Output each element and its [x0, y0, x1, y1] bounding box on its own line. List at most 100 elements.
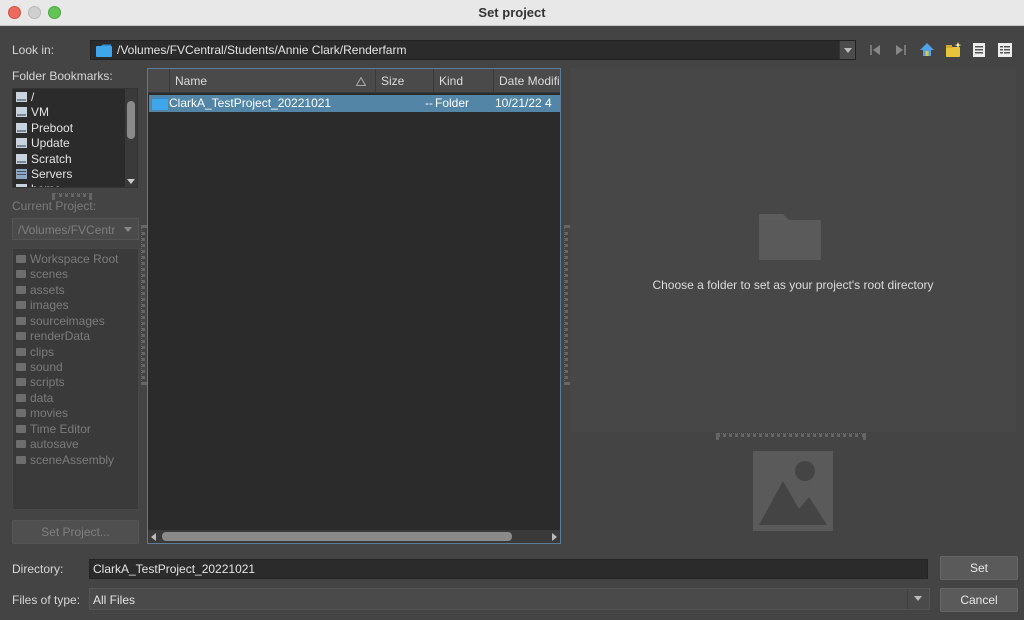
file-list[interactable]: Name Size Kind Date Modifi ClarkA_TestPr…: [147, 68, 561, 544]
column-kind[interactable]: Kind: [434, 69, 494, 93]
bookmark-item[interactable]: VM: [16, 105, 49, 120]
file-list-hscrollbar[interactable]: [148, 530, 560, 543]
drive-icon: [16, 123, 27, 133]
directory-input[interactable]: [90, 560, 927, 578]
chevron-down-icon: [844, 48, 852, 53]
workspace-item[interactable]: scripts: [16, 375, 65, 390]
splitter-handle[interactable]: [716, 433, 866, 437]
chevron-down-icon: [124, 227, 132, 232]
folder-icon: [16, 409, 26, 417]
workspace-item[interactable]: renderData: [16, 329, 90, 344]
bookmark-item[interactable]: Scratch: [16, 152, 72, 167]
details-view-icon[interactable]: [996, 41, 1014, 59]
folder-icon: [96, 44, 112, 57]
workspace-item[interactable]: scenes: [16, 267, 68, 282]
splitter-handle[interactable]: [141, 225, 145, 385]
column-size[interactable]: Size: [376, 69, 434, 93]
workspace-item[interactable]: sourceimages: [16, 314, 105, 329]
folder-icon: [16, 425, 26, 433]
drive-icon: [16, 138, 27, 148]
back-icon[interactable]: [866, 41, 884, 59]
chevron-down-icon: [914, 596, 922, 601]
folder-icon: [16, 363, 26, 371]
folder-icon: [16, 378, 26, 386]
workspace-item[interactable]: clips: [16, 345, 54, 360]
workspace-item[interactable]: movies: [16, 406, 68, 421]
sort-ascending-icon: [356, 77, 366, 86]
folder-icon: [16, 348, 26, 356]
list-view-icon[interactable]: [970, 41, 988, 59]
bookmark-item[interactable]: Update: [16, 136, 70, 151]
drive-icon: [16, 92, 27, 102]
current-project-value: /Volumes/FVCentr: [18, 223, 116, 237]
set-project-button[interactable]: Set Project...: [12, 520, 139, 544]
current-project-combo[interactable]: /Volumes/FVCentr: [12, 218, 139, 240]
files-of-type-dropdown-button[interactable]: [907, 589, 929, 609]
file-kind: Folder: [435, 96, 470, 110]
scrollbar-thumb[interactable]: [162, 532, 512, 541]
look-in-label: Look in:: [12, 43, 55, 57]
image-placeholder-icon: [759, 461, 827, 525]
server-icon: [16, 169, 27, 179]
files-of-type-value: All Files: [93, 593, 136, 607]
folder-icon: [16, 440, 26, 448]
forward-icon[interactable]: [892, 41, 910, 59]
workspace-item[interactable]: sceneAssembly: [16, 453, 114, 468]
folder-preview-panel: Choose a folder to set as your project's…: [570, 68, 1016, 432]
scroll-left-icon[interactable]: [151, 533, 156, 541]
scrollbar-thumb[interactable]: [127, 101, 135, 139]
file-row[interactable]: ClarkA_TestProject_20221021 -- Folder 10…: [149, 95, 560, 112]
splitter-handle[interactable]: [52, 193, 92, 197]
splitter-handle[interactable]: [564, 225, 568, 385]
folder-bookmarks-label: Folder Bookmarks:: [12, 69, 113, 83]
set-button[interactable]: Set: [940, 556, 1018, 580]
workspace-item[interactable]: Time Editor: [16, 422, 91, 437]
workspace-item[interactable]: Workspace Root: [16, 252, 118, 267]
folder-bookmarks-list[interactable]: / VM Preboot Update Scratch Servers home: [12, 88, 138, 188]
drive-icon: [16, 154, 27, 164]
bookmarks-scrollbar[interactable]: [125, 89, 137, 187]
scroll-down-icon[interactable]: [127, 179, 135, 184]
workspace-item[interactable]: assets: [16, 283, 65, 298]
workspace-folder-list[interactable]: Workspace Root scenes assets images sour…: [12, 248, 139, 510]
directory-field[interactable]: [89, 559, 928, 579]
image-preview: [753, 451, 833, 531]
folder-icon: [16, 317, 26, 325]
folder-icon: [16, 456, 26, 464]
files-of-type-combo[interactable]: All Files: [89, 588, 930, 610]
look-in-path: /Volumes/FVCentral/Students/Annie Clark/…: [117, 43, 407, 57]
drive-icon: [16, 107, 27, 117]
column-spacer: [148, 69, 170, 93]
folder-icon: [16, 301, 26, 309]
bookmark-item[interactable]: home: [16, 182, 61, 187]
workspace-item[interactable]: images: [16, 298, 69, 313]
folder-icon: [16, 270, 26, 278]
workspace-item[interactable]: data: [16, 391, 53, 406]
title-bar: Set project: [0, 0, 1024, 26]
column-name[interactable]: Name: [170, 69, 376, 93]
preview-message: Choose a folder to set as your project's…: [652, 278, 934, 292]
window-title: Set project: [478, 5, 546, 20]
column-date-modified[interactable]: Date Modifi: [494, 69, 560, 93]
look-in-dropdown-button[interactable]: [839, 41, 855, 59]
folder-icon: [16, 394, 26, 402]
files-of-type-label: Files of type:: [12, 593, 81, 607]
workspace-item[interactable]: sound: [16, 360, 63, 375]
cancel-button[interactable]: Cancel: [940, 588, 1018, 612]
directory-label: Directory:: [12, 562, 64, 576]
new-folder-icon[interactable]: [944, 41, 962, 59]
folder-icon: [759, 214, 821, 260]
home-icon[interactable]: [918, 41, 936, 59]
file-list-header: Name Size Kind Date Modifi: [148, 69, 560, 93]
scroll-right-icon[interactable]: [552, 533, 557, 541]
bookmark-item[interactable]: Servers: [16, 167, 72, 182]
current-project-label: Current Project:: [12, 199, 97, 213]
folder-icon: [16, 255, 26, 263]
workspace-item[interactable]: autosave: [16, 437, 79, 452]
folder-icon: [152, 97, 168, 110]
look-in-combo[interactable]: /Volumes/FVCentral/Students/Annie Clark/…: [90, 40, 856, 60]
folder-icon: [16, 332, 26, 340]
file-name: ClarkA_TestProject_20221021: [169, 96, 332, 110]
bookmark-item[interactable]: /: [16, 90, 34, 105]
bookmark-item[interactable]: Preboot: [16, 121, 73, 136]
